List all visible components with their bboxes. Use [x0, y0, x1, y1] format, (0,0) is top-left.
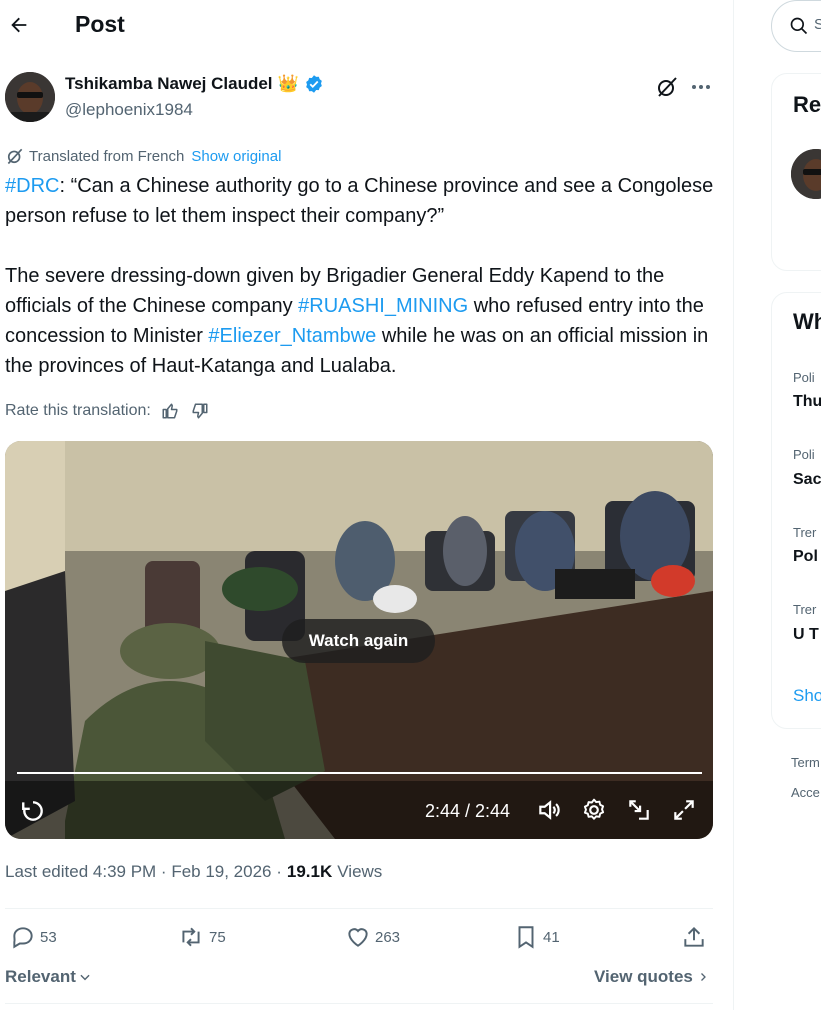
action-bar: 53 75 263 41 [5, 924, 715, 956]
edited-timestamp[interactable]: Last edited 4:39 PM · Feb 19, 2026 · [5, 862, 282, 882]
show-original-link[interactable]: Show original [191, 148, 281, 165]
view-quotes-label: View quotes [594, 967, 693, 986]
gear-icon [583, 798, 605, 820]
hashtag-drc[interactable]: #DRC [5, 175, 59, 197]
like-count: 263 [375, 928, 401, 946]
video-time: 2:44 / 2:44 [425, 801, 511, 821]
show-more-link[interactable]: Sho [793, 686, 821, 706]
hashtag-ruashi-mining[interactable]: #RUASHI_MINING [298, 295, 468, 317]
rate-label: Rate this translation: [5, 402, 151, 419]
volume-icon [539, 800, 560, 820]
more-dots-icon [692, 85, 710, 89]
picture-in-picture-icon [629, 800, 649, 820]
trend-category: Poli [793, 370, 815, 385]
view-quotes-link[interactable]: View quotes [594, 967, 709, 987]
author-name[interactable]: Tshikamba Nawej Claudel 👑 [65, 74, 324, 94]
share-icon [684, 926, 704, 947]
share-button[interactable] [681, 924, 707, 950]
sort-relevant-dropdown[interactable]: Relevant [5, 967, 92, 987]
post-meta: Last edited 4:39 PM · Feb 19, 2026 · 19.… [5, 862, 382, 882]
terms-link[interactable]: Term [791, 755, 820, 770]
tweet-text-part: : “Can a Chinese authority go to a Chine… [5, 175, 714, 227]
fullscreen-button[interactable] [671, 797, 697, 823]
trend-item[interactable]: Sac [793, 471, 821, 489]
card-title: Wh [793, 309, 821, 334]
divider [5, 908, 713, 909]
arrow-left-icon [11, 17, 27, 33]
volume-button[interactable] [536, 797, 562, 823]
expand-icon [674, 800, 694, 820]
bookmark-count: 41 [543, 928, 560, 946]
accessibility-link[interactable]: Acce [791, 785, 820, 800]
repost-button[interactable]: 75 [177, 924, 226, 950]
chevron-right-icon [700, 973, 706, 981]
repost-icon [182, 927, 200, 947]
more-options-button[interactable] [689, 75, 713, 99]
thumbs-down-icon[interactable] [189, 400, 211, 422]
settings-button[interactable] [581, 797, 607, 823]
watch-again-button[interactable]: Watch again [282, 619, 435, 663]
bookmark-button[interactable]: 41 [513, 924, 560, 950]
views-count: 19.1K [286, 862, 333, 881]
author-handle[interactable]: @lephoenix1984 [65, 100, 193, 120]
reply-button[interactable]: 53 [10, 924, 57, 950]
post-header: Post [0, 0, 734, 52]
trend-item[interactable]: U T [793, 626, 819, 644]
replay-icon [22, 801, 43, 821]
trend-category: Trer [793, 525, 817, 540]
replay-button[interactable] [20, 798, 46, 824]
grok-icon [658, 77, 677, 97]
translation-notice: Translated from French Show original [5, 146, 281, 166]
hashtag-eliezer-ntambwe[interactable]: #Eliezer_Ntambwe [208, 325, 376, 347]
pip-button[interactable] [626, 797, 652, 823]
trend-item[interactable]: Thu [793, 393, 821, 411]
reply-icon [13, 927, 33, 949]
grok-button[interactable] [655, 75, 679, 99]
main-column: Post Tshikamba Nawej Claudel 👑 @lephoeni… [0, 0, 734, 1010]
back-button[interactable] [4, 10, 34, 40]
card-title: Re [793, 92, 821, 117]
chevron-down-icon [80, 974, 90, 981]
rate-translation: Rate this translation: [5, 400, 211, 422]
trend-item[interactable]: Pol [793, 548, 818, 566]
crown-emoji: 👑 [277, 74, 299, 93]
translated-label: Translated from French [29, 147, 185, 165]
video-progress-bar[interactable] [17, 772, 702, 774]
reply-count: 53 [40, 928, 57, 946]
heart-icon [348, 928, 368, 947]
search-input[interactable]: S [771, 0, 821, 52]
trend-category: Trer [793, 602, 817, 617]
translate-grok-icon [7, 148, 23, 165]
verified-badge-icon [305, 75, 322, 93]
search-placeholder: S [814, 16, 821, 33]
author-avatar[interactable] [5, 72, 55, 122]
divider [5, 1003, 713, 1004]
like-button[interactable]: 263 [345, 924, 400, 950]
sort-label: Relevant [5, 967, 76, 986]
tweet-text: #DRC: “Can a Chinese authority go to a C… [5, 171, 720, 381]
trend-category: Poli [793, 447, 815, 462]
repost-count: 75 [209, 928, 226, 946]
search-icon [790, 17, 808, 35]
thumbs-up-icon[interactable] [159, 400, 181, 422]
views-label: Views [337, 862, 383, 881]
whats-happening-card: Wh Poli Thu Poli Sac Trer Pol Trer U T S… [771, 292, 821, 729]
right-sidebar: S Re Wh Poli Thu Poli Sac Trer Pol Trer … [734, 0, 821, 1010]
author-name-text: Tshikamba Nawej Claudel [65, 74, 273, 93]
bookmark-icon [518, 926, 534, 949]
page-title: Post [75, 11, 125, 37]
